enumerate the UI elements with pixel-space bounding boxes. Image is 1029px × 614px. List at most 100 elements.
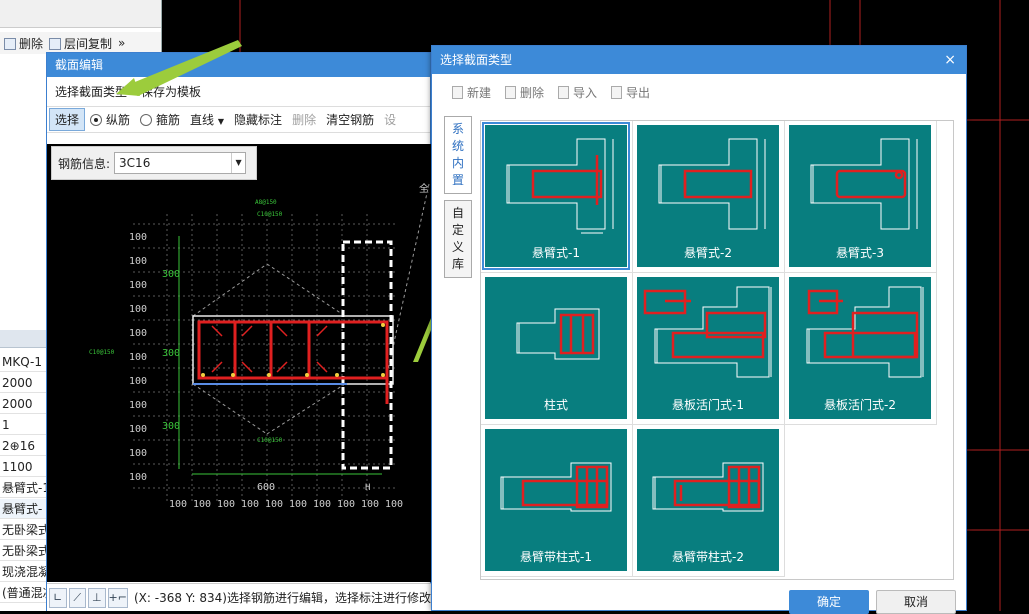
rebar-label: C10@150 — [257, 437, 283, 444]
rebar-info-label: 钢筋信息: — [58, 156, 111, 171]
dim-label: 300 — [162, 269, 180, 280]
dim-label: 600 — [257, 482, 275, 493]
rebar-label: A8@150 — [255, 199, 277, 206]
section-tile-column[interactable]: 柱式 — [481, 273, 633, 425]
chevron-down-icon[interactable]: ▼ — [231, 153, 245, 173]
longitudinal-radio[interactable]: 纵筋 — [85, 109, 135, 130]
status-text: (X: -368 Y: 834)选择钢筋进行编辑，选择标注进行修改 — [133, 591, 431, 605]
tab-custom-library[interactable]: 自定义库 — [444, 200, 472, 278]
dim-label: 300 — [162, 421, 180, 432]
tile-thumbnail: 悬板活门式-2 — [789, 277, 931, 419]
ortho-snap-button[interactable]: ∟ — [49, 587, 67, 608]
close-button[interactable]: × — [944, 46, 956, 74]
hide-label-button[interactable]: 隐藏标注 — [229, 109, 287, 130]
section-tile-cantilever-2[interactable]: 悬臂式-2 — [633, 121, 785, 273]
section-tile-cantilever-column-2[interactable]: 悬臂带柱式-2 — [633, 425, 785, 577]
tile-label: 悬臂式-1 — [532, 246, 580, 260]
select-section-type-menu[interactable]: 选择截面类型 — [55, 83, 127, 100]
stirrup-radio[interactable]: 箍筋 — [135, 109, 185, 130]
left-toolbar: 删除 层间复制 » — [0, 32, 161, 54]
tile-label: 悬臂式-3 — [836, 246, 884, 260]
more-button[interactable]: » — [118, 36, 125, 50]
tile-label: 悬臂带柱式-1 — [520, 550, 592, 564]
diagonal-line-button[interactable]: ⟋ — [68, 587, 87, 608]
chevron-down-icon: ▼ — [217, 117, 225, 126]
dim-label: 100 — [129, 376, 147, 387]
ok-button[interactable]: 确定 — [789, 590, 869, 614]
dim-label: 100 — [265, 499, 283, 510]
edit-status-bar: ∟ ⟋ ⊥ +⌐ (X: -368 Y: 834)选择钢筋进行编辑，选择标注进行… — [47, 583, 431, 611]
cantilever-section-icon — [506, 138, 614, 234]
dialog-title-bar: 选择截面类型 × — [432, 46, 966, 74]
dim-label: 100 — [129, 304, 147, 315]
tile-thumbnail: 悬板活门式-1 — [637, 277, 779, 419]
tile-thumbnail: 悬臂式-1 — [482, 122, 630, 270]
settings-button[interactable]: 设 — [379, 109, 401, 130]
perpendicular-button[interactable]: ⊥ — [88, 587, 106, 608]
section-drawing-canvas[interactable]: 100 100 100 100 100 100 100 100 100 100 … — [47, 144, 431, 582]
dim-label: 100 — [217, 499, 235, 510]
copy-floor-button[interactable]: 层间复制 — [49, 35, 112, 52]
dim-label: H — [365, 483, 370, 493]
cantilever-section-icon — [658, 138, 766, 230]
dim-label: 100 — [169, 499, 187, 510]
dim-label: 100 — [193, 499, 211, 510]
edit-toolbar: 选择 纵筋 箍筋 直线 ▼ 隐藏标注 删除 清空钢筋 设 — [47, 107, 430, 133]
rebar-label: C10@150 — [89, 349, 115, 356]
cancel-button[interactable]: 取消 — [876, 590, 956, 614]
dim-label: 100 — [361, 499, 379, 510]
export-icon — [611, 85, 623, 99]
panel-header-strip — [0, 0, 161, 28]
cantilever-section-icon — [810, 138, 918, 230]
dim-label: 100 — [129, 232, 147, 243]
delete-tool-button[interactable]: 删除 — [287, 109, 321, 130]
clear-rebar-button[interactable]: 清空钢筋 — [321, 109, 379, 130]
tile-thumbnail: 悬臂式-3 — [789, 125, 931, 267]
cantilever-column-section-icon — [652, 462, 764, 512]
section-edit-window: 截面编辑 选择截面类型 保存为模板 选择 纵筋 箍筋 直线 ▼ 隐藏标注 删除 … — [46, 52, 431, 611]
section-tile-cantilever-3[interactable]: 悬臂式-3 — [785, 121, 937, 273]
tile-label: 柱式 — [543, 398, 568, 412]
section-drawing: 100 100 100 100 100 100 100 100 100 100 … — [89, 182, 430, 510]
select-tool-button[interactable]: 选择 — [49, 108, 86, 131]
tile-label: 悬板活门式-2 — [824, 398, 896, 412]
tile-label: 悬臂带柱式-2 — [672, 550, 744, 564]
tile-thumbnail: 悬臂式-2 — [637, 125, 779, 267]
section-tile-suspended-door-1[interactable]: 悬板活门式-1 — [633, 273, 785, 425]
rebar-info-select[interactable]: 3C16 ▼ — [114, 152, 247, 174]
delete-icon — [4, 37, 16, 50]
offset-button[interactable]: +⌐ — [107, 587, 128, 608]
perpendicular-icon: ⊥ — [91, 591, 102, 604]
edit-window-title: 截面编辑 — [47, 53, 430, 77]
dim-label: 100 — [129, 424, 147, 435]
new-button[interactable]: 新建 — [452, 84, 491, 101]
import-button[interactable]: 导入 — [558, 84, 597, 101]
delete-button[interactable]: 删除 — [505, 84, 544, 101]
import-icon — [558, 85, 570, 99]
dim-label: 100 — [289, 499, 307, 510]
dim-label: 100 — [129, 352, 147, 363]
suspended-door-section-icon — [806, 286, 924, 378]
select-section-type-dialog: 选择截面类型 × 新建 删除 导入 导出 系统内置 自定义库 悬臂式-1 悬臂式… — [431, 45, 967, 614]
offset-icon: +⌐ — [108, 591, 127, 604]
library-tabs: 系统内置 自定义库 — [444, 116, 474, 284]
export-button[interactable]: 导出 — [611, 84, 650, 101]
section-tile-suspended-door-2[interactable]: 悬板活门式-2 — [785, 273, 937, 425]
section-tile-cantilever-1[interactable]: 悬臂式-1 — [481, 121, 633, 273]
line-dropdown[interactable]: 直线 ▼ — [185, 109, 229, 130]
section-tile-cantilever-column-1[interactable]: 悬臂带柱式-1 — [481, 425, 633, 577]
tile-thumbnail: 悬臂带柱式-2 — [637, 429, 779, 571]
dialog-toolbar: 新建 删除 导入 导出 — [432, 74, 966, 110]
diagonal-icon: ⟋ — [73, 590, 82, 604]
save-as-template-menu[interactable]: 保存为模板 — [141, 83, 201, 100]
dim-label: 100 — [129, 400, 147, 411]
delete-icon — [505, 85, 517, 99]
rebar-info-panel: 钢筋信息: 3C16 ▼ — [51, 146, 257, 180]
dim-label: 100 — [129, 448, 147, 459]
dim-label: 100 — [129, 280, 147, 291]
delete-button[interactable]: 删除 — [4, 35, 43, 52]
tab-system-builtin[interactable]: 系统内置 — [444, 116, 472, 194]
dim-label: 100 — [313, 499, 331, 510]
dim-label: 100 — [385, 499, 403, 510]
new-icon — [452, 85, 463, 99]
